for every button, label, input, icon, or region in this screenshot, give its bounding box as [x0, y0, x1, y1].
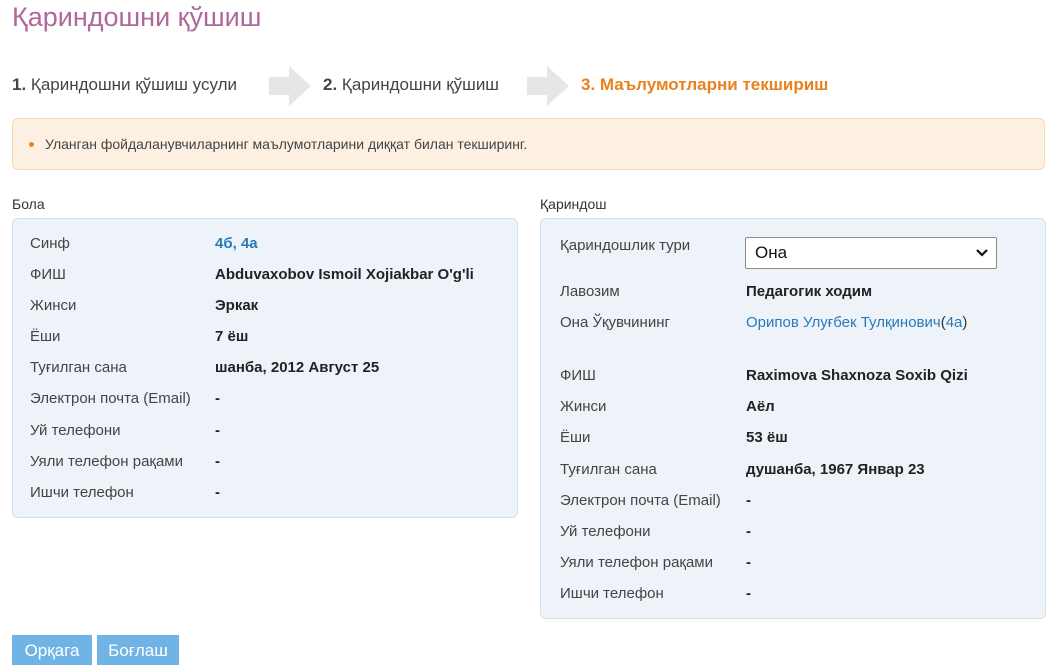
- relative-fio-label: ФИШ: [560, 367, 596, 384]
- child-email-label: Электрон почта (Email): [30, 390, 191, 407]
- child-class-link-2[interactable]: 4а: [241, 235, 258, 252]
- relative-mobile-label: Уяли телефон рақами: [560, 554, 714, 571]
- step-arrow-icon: [527, 66, 569, 106]
- child-work-phone-label: Ишчи телефон: [30, 484, 134, 501]
- child-class-link-1[interactable]: 4б: [215, 235, 233, 252]
- child-class-separator: ,: [232, 235, 241, 252]
- child-class-value: 4б, 4а: [215, 234, 258, 254]
- relative-fio-value: Raximova Shaxnoza Soxib Qizi: [746, 367, 968, 384]
- relative-age-value: 53 ёш: [746, 429, 788, 446]
- bullet-icon: [29, 142, 34, 147]
- child-gender-label: Жинси: [30, 297, 77, 314]
- link-button[interactable]: Боғлаш: [97, 635, 179, 665]
- relative-email-label: Электрон почта (Email): [560, 492, 721, 509]
- student-class-close-paren: ): [962, 314, 968, 331]
- chevron-down-icon: [976, 249, 988, 257]
- step-1-label: Қариндошни қўшиш усули: [30, 75, 238, 94]
- child-section-label: Бола: [12, 196, 45, 212]
- warning-alert: Уланган фойдаланувчиларнинг маълумотлари…: [12, 118, 1045, 170]
- relative-age-label: Ёши: [560, 429, 591, 446]
- relative-position-label: Лавозим: [560, 283, 620, 300]
- child-home-phone-label: Уй телефони: [30, 422, 121, 439]
- relative-work-phone-value: -: [746, 585, 751, 602]
- relative-home-phone-value: -: [746, 523, 751, 540]
- child-mobile-value: -: [215, 453, 220, 470]
- relative-gender-label: Жинси: [560, 398, 607, 415]
- child-class-label: Синф: [30, 235, 70, 252]
- step-3-number: 3.: [581, 75, 596, 94]
- student-class-link[interactable]: 4а: [946, 314, 963, 331]
- child-gender-value: Эркак: [215, 297, 259, 314]
- child-fio-value: Abduvaxobov Ismoil Xojiakbar O'g'li: [215, 266, 474, 283]
- child-work-phone-value: -: [215, 484, 220, 501]
- step-2-number: 2.: [323, 75, 338, 94]
- relative-panel: Қариндошлик тури Она Лавозим Педагогик х…: [540, 218, 1046, 619]
- relative-birth-value: душанба, 1967 Январ 23: [746, 461, 925, 478]
- relation-type-label: Қариндошлик тури: [560, 237, 691, 254]
- child-age-value: 7 ёш: [215, 328, 249, 345]
- relative-gender-value: Аёл: [746, 398, 775, 415]
- page: Қариндошни қўшиш 1. Қариндошни қўшиш усу…: [0, 0, 1062, 669]
- child-email-value: -: [215, 390, 220, 407]
- relative-work-phone-label: Ишчи телефон: [560, 585, 664, 602]
- child-birth-label: Туғилган сана: [30, 359, 127, 376]
- relation-type-selected: Она: [755, 243, 788, 262]
- relation-type-select[interactable]: Она: [745, 237, 997, 269]
- relative-birth-label: Туғилган сана: [560, 461, 657, 478]
- page-title: Қариндошни қўшиш: [12, 2, 262, 32]
- child-fio-label: ФИШ: [30, 266, 66, 283]
- child-panel: Синф 4б, 4а ФИШ Abduvaxobov Ismoil Xojia…: [12, 218, 518, 518]
- step-3-active: 3. Маълумотларни текшириш: [581, 74, 828, 96]
- child-age-label: Ёши: [30, 328, 61, 345]
- step-arrow-icon: [269, 66, 311, 106]
- wizard-steps: 1. Қариндошни қўшиш усули 2. Қариндошни …: [12, 66, 912, 106]
- step-3-label: Маълумотларни текшириш: [599, 75, 829, 94]
- relative-section-label: Қариндош: [540, 196, 607, 212]
- relative-mobile-value: -: [746, 554, 751, 571]
- alert-text: Уланган фойдаланувчиларнинг маълумотлари…: [45, 136, 528, 152]
- child-home-phone-value: -: [215, 422, 220, 439]
- mother-of-label: Она Ўқувчининг: [560, 314, 670, 331]
- child-birth-value: шанба, 2012 Август 25: [215, 359, 380, 376]
- step-1[interactable]: 1. Қариндошни қўшиш усули: [12, 74, 237, 96]
- step-2[interactable]: 2. Қариндошни қўшиш: [323, 74, 499, 96]
- step-1-number: 1.: [12, 75, 27, 94]
- step-2-label: Қариндошни қўшиш: [341, 75, 499, 94]
- child-mobile-label: Уяли телефон рақами: [30, 453, 184, 470]
- student-link[interactable]: Орипов Улуғбек Тулқинович: [746, 314, 941, 331]
- relative-home-phone-label: Уй телефони: [560, 523, 651, 540]
- relative-position-value: Педагогик ходим: [746, 283, 873, 300]
- relative-email-value: -: [746, 492, 751, 509]
- back-button[interactable]: Орқага: [12, 635, 92, 665]
- mother-of-value: Орипов Улуғбек Тулқинович(4а): [746, 313, 967, 333]
